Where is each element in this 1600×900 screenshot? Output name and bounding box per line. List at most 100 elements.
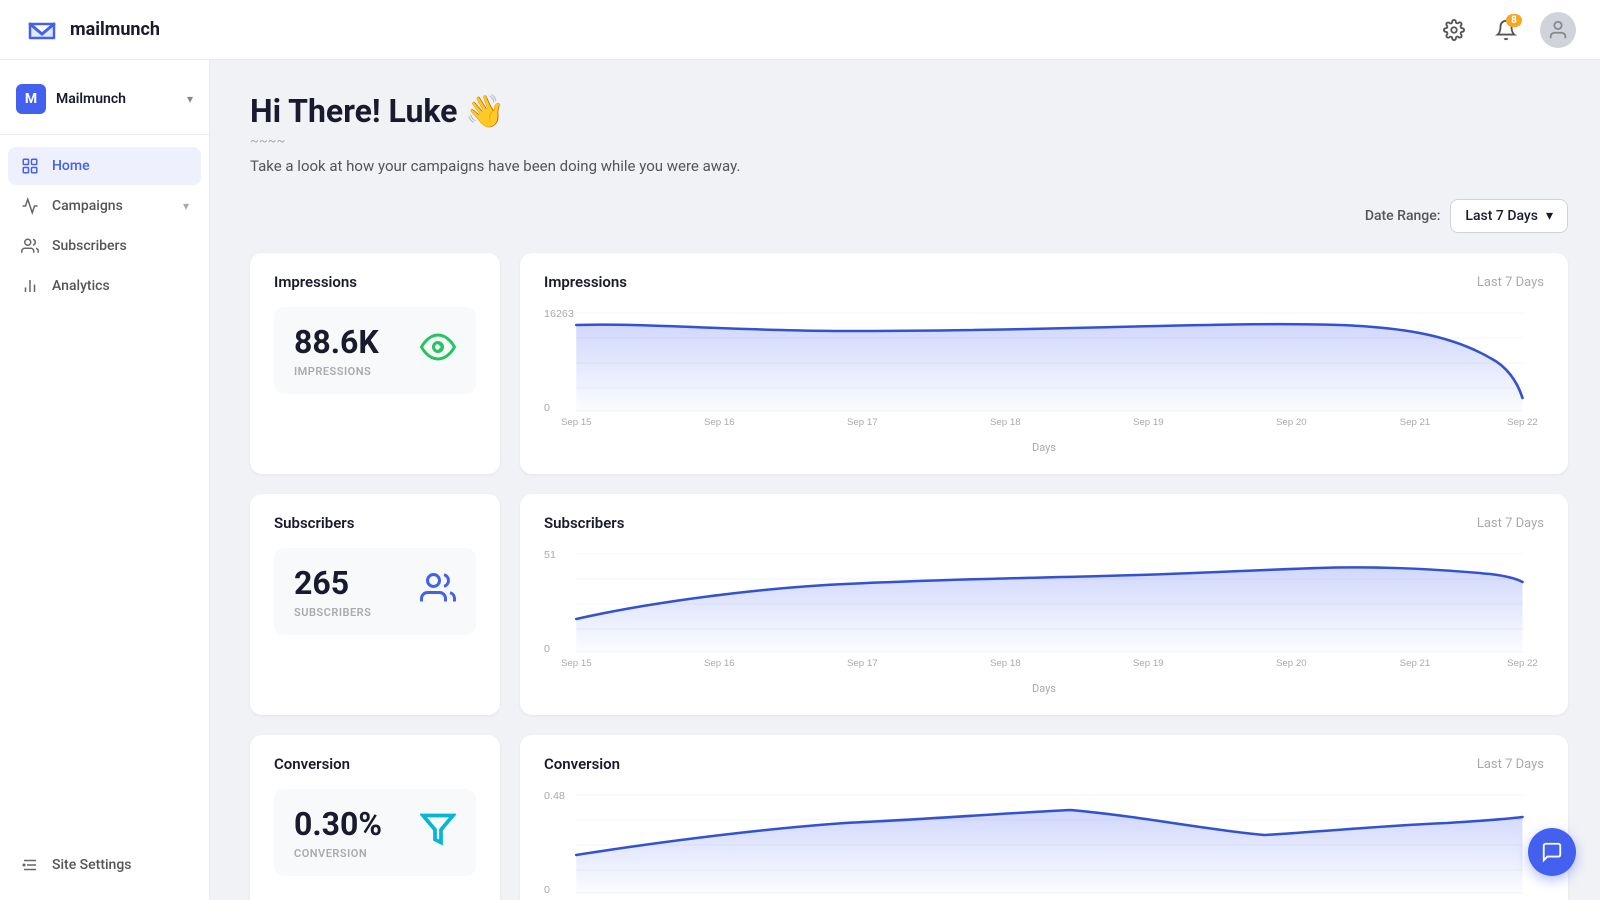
subscribers-chart-header: Subscribers Last 7 Days — [544, 514, 1544, 532]
svg-text:Sep 15: Sep 15 — [561, 658, 592, 668]
conversion-value-block: 0.30% CONVERSION — [294, 805, 382, 860]
sidebar-divider — [0, 134, 209, 135]
conversion-chart-card: Conversion Last 7 Days 0.48 0 — [520, 735, 1568, 900]
svg-text:16263: 16263 — [544, 309, 574, 320]
subscribers-chart-title: Subscribers — [544, 514, 624, 532]
svg-text:Sep 21: Sep 21 — [1400, 658, 1431, 668]
svg-text:0.48: 0.48 — [544, 791, 565, 802]
impressions-stat-card: Impressions 88.6K IMPRESSIONS — [250, 253, 500, 474]
subscribers-label: SUBSCRIBERS — [294, 606, 371, 619]
svg-text:Sep 19: Sep 19 — [1133, 417, 1164, 427]
greeting-title: Hi There! Luke 👋 — [250, 92, 1568, 130]
subscribers-icon — [420, 570, 456, 613]
svg-text:Sep 19: Sep 19 — [1133, 658, 1164, 668]
conversion-label: CONVERSION — [294, 847, 382, 860]
sidebar-item-campaigns[interactable]: Campaigns ▾ — [8, 187, 201, 225]
sidebar-item-site-settings[interactable]: Site Settings — [8, 846, 201, 884]
subscribers-icon — [20, 237, 40, 255]
impressions-value-block: 88.6K IMPRESSIONS — [294, 323, 379, 378]
svg-text:Sep 17: Sep 17 — [847, 658, 878, 668]
date-range-row: Date Range: Last 7 Days ▾ — [250, 199, 1568, 233]
greeting-description: Take a look at how your campaigns have b… — [250, 157, 1568, 175]
subscribers-stat-card: Subscribers 265 SUBSCRIBERS — [250, 494, 500, 715]
impressions-card-inner: 88.6K IMPRESSIONS — [274, 307, 476, 394]
impressions-chart-x-label: Days — [544, 441, 1544, 454]
chat-button[interactable] — [1528, 828, 1576, 876]
impressions-value: 88.6K — [294, 323, 379, 361]
sidebar-nav: Home Campaigns ▾ — [0, 147, 209, 846]
conversion-chart-title: Conversion — [544, 755, 620, 773]
user-avatar[interactable] — [1540, 12, 1576, 48]
conversion-card-title: Conversion — [274, 755, 476, 773]
date-range-value: Last 7 Days — [1465, 208, 1538, 224]
avatar-icon — [1547, 19, 1569, 41]
svg-text:0: 0 — [544, 885, 550, 896]
impressions-row: Impressions 88.6K IMPRESSIONS — [250, 253, 1568, 474]
sidebar-item-subscribers-label: Subscribers — [52, 238, 189, 254]
main-content: Hi There! Luke 👋 ~~~~ Take a look at how… — [210, 60, 1600, 900]
sidebar-item-analytics[interactable]: Analytics — [8, 267, 201, 305]
topnav-actions: 8 — [1436, 12, 1576, 48]
conversion-chart: 0.48 0 Sep 15 Sep 16 Sep 17 Sep 18 Se — [544, 785, 1544, 900]
svg-text:Sep 18: Sep 18 — [990, 658, 1021, 668]
greeting-section: Hi There! Luke 👋 ~~~~ Take a look at how… — [250, 92, 1568, 175]
svg-text:51: 51 — [544, 550, 556, 561]
svg-text:0: 0 — [544, 403, 550, 414]
sidebar-item-campaigns-label: Campaigns — [52, 198, 171, 214]
subscribers-card-title: Subscribers — [274, 514, 476, 532]
conversion-value: 0.30% — [294, 805, 382, 843]
workspace-chevron-icon: ▾ — [187, 92, 193, 106]
svg-text:Sep 16: Sep 16 — [704, 658, 735, 668]
subscribers-card-inner: 265 SUBSCRIBERS — [274, 548, 476, 635]
svg-text:Sep 21: Sep 21 — [1400, 417, 1431, 427]
workspace-selector[interactable]: M Mailmunch ▾ — [0, 76, 209, 130]
sidebar-item-home[interactable]: Home — [8, 147, 201, 185]
subscribers-value-block: 265 SUBSCRIBERS — [294, 564, 371, 619]
impressions-chart-days: Last 7 Days — [1477, 275, 1544, 290]
stats-grid: Impressions 88.6K IMPRESSIONS — [250, 253, 1568, 900]
svg-text:Sep 20: Sep 20 — [1276, 417, 1307, 427]
svg-text:Sep 17: Sep 17 — [847, 417, 878, 427]
conversion-row: Conversion 0.30% CONVERSION — [250, 735, 1568, 900]
date-range-chevron-icon: ▾ — [1546, 208, 1553, 224]
settings-icon — [1443, 19, 1465, 41]
impressions-chart-title: Impressions — [544, 273, 627, 291]
site-settings-icon — [20, 856, 40, 874]
campaigns-chevron-icon: ▾ — [183, 199, 189, 213]
settings-icon-btn[interactable] — [1436, 12, 1472, 48]
conversion-chart-header: Conversion Last 7 Days — [544, 755, 1544, 773]
subscribers-row: Subscribers 265 SUBSCRIBERS — [250, 494, 1568, 715]
svg-text:Sep 16: Sep 16 — [704, 417, 735, 427]
mailmunch-logo-icon — [24, 12, 60, 48]
impressions-chart-card: Impressions Last 7 Days 16263 0 — [520, 253, 1568, 474]
date-range-select[interactable]: Last 7 Days ▾ — [1450, 199, 1568, 233]
workspace-icon: M — [16, 84, 46, 114]
impressions-chart: 16263 0 Sep 15 Sep 16 — [544, 303, 1544, 433]
greeting-subtitle: ~~~~ — [250, 134, 1568, 149]
topnav: mailmunch 8 — [0, 0, 1600, 60]
logo-text: mailmunch — [70, 19, 160, 40]
subscribers-chart: 51 0 Sep 15 Sep 16 Sep 17 Sep 18 Sep — [544, 544, 1544, 674]
sidebar: M Mailmunch ▾ Home — [0, 60, 210, 900]
campaigns-icon — [20, 197, 40, 215]
notification-btn[interactable]: 8 — [1488, 12, 1524, 48]
impressions-chart-header: Impressions Last 7 Days — [544, 273, 1544, 291]
workspace-name: Mailmunch — [56, 91, 177, 107]
svg-text:Sep 22: Sep 22 — [1507, 417, 1538, 427]
sidebar-item-subscribers[interactable]: Subscribers — [8, 227, 201, 265]
subscribers-value: 265 — [294, 564, 371, 602]
home-icon — [20, 157, 40, 175]
svg-text:0: 0 — [544, 644, 550, 655]
sidebar-item-analytics-label: Analytics — [52, 278, 189, 294]
logo[interactable]: mailmunch — [24, 12, 160, 48]
chat-icon — [1541, 841, 1563, 863]
svg-text:Sep 22: Sep 22 — [1507, 658, 1538, 668]
conversion-icon — [420, 811, 456, 854]
subscribers-chart-days: Last 7 Days — [1477, 516, 1544, 531]
subscribers-chart-x-label: Days — [544, 682, 1544, 695]
analytics-icon — [20, 277, 40, 295]
subscribers-chart-card: Subscribers Last 7 Days 51 0 — [520, 494, 1568, 715]
sidebar-item-home-label: Home — [52, 158, 189, 174]
svg-text:Sep 15: Sep 15 — [561, 417, 592, 427]
impressions-icon — [420, 329, 456, 372]
